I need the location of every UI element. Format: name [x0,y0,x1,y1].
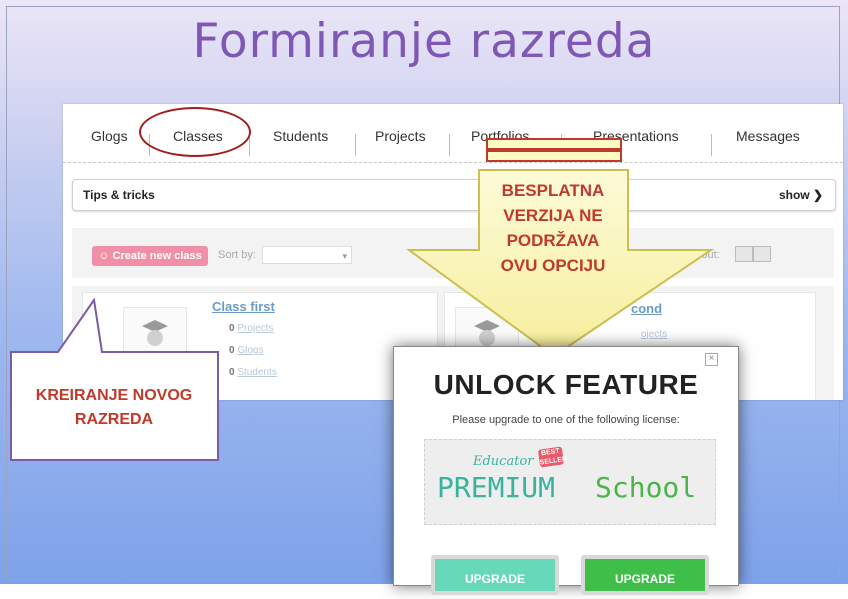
callout-annotation-text: KREIRANJE NOVOG RAZREDA [35,387,193,428]
license-options: Educator BEST SELLER PREMIUM School [424,439,716,525]
tab-messages[interactable]: Messages [736,128,800,144]
sort-label: Sort by: [218,249,256,261]
modal-subtitle: Please upgrade to one of the following l… [452,414,680,426]
class-glogs-stat[interactable]: 0 Glogs [229,345,263,356]
tab-divider [711,134,712,156]
premium-license-label[interactable]: PREMIUM [437,471,555,504]
callout-annotation [10,298,219,461]
slide-background: Formiranje razreda Glogs Classes Student… [0,0,848,595]
unlock-feature-modal: × UNLOCK FEATURE Please upgrade to one o… [393,346,739,595]
classes-tab-highlight-circle [139,107,251,157]
class-projects-stat[interactable]: 0 Projects [229,323,273,334]
close-icon[interactable]: × [705,353,718,366]
create-new-class-label: Create new class [112,250,202,262]
best-seller-badge: BEST SELLER [537,446,568,468]
highlight-strip [486,150,622,162]
user-add-icon: ☺ [98,250,113,262]
upgrade-school-button[interactable]: UPGRADE [581,555,709,595]
tab-divider [355,134,356,156]
arrow-annotation-text: BESPLATNA VERZIJA NE PODRŽAVA OVU OPCIJU [500,181,606,275]
grid-layout-icon[interactable] [735,246,753,262]
class-students-stat[interactable]: 0 Students [229,367,277,378]
school-license-label[interactable]: School [595,471,696,504]
upgrade-premium-button[interactable]: UPGRADE [431,555,559,595]
tab-glogs[interactable]: Glogs [91,128,128,144]
slide-title: Formiranje razreda [192,14,656,69]
list-layout-icon[interactable] [753,246,771,262]
chevron-down-icon: ▾ [342,251,347,261]
create-new-class-button[interactable]: ☺ Create new class [92,246,208,266]
modal-title: UNLOCK FEATURE [433,369,699,400]
tab-students[interactable]: Students [273,128,328,144]
educator-label: Educator [473,454,534,469]
tips-show-toggle[interactable]: show ❯ [779,188,823,202]
tab-projects[interactable]: Projects [375,128,426,144]
sort-select[interactable]: ▾ [262,246,352,264]
highlight-strip [486,138,622,150]
tab-divider [449,134,450,156]
tips-label: Tips & tricks [83,188,155,202]
